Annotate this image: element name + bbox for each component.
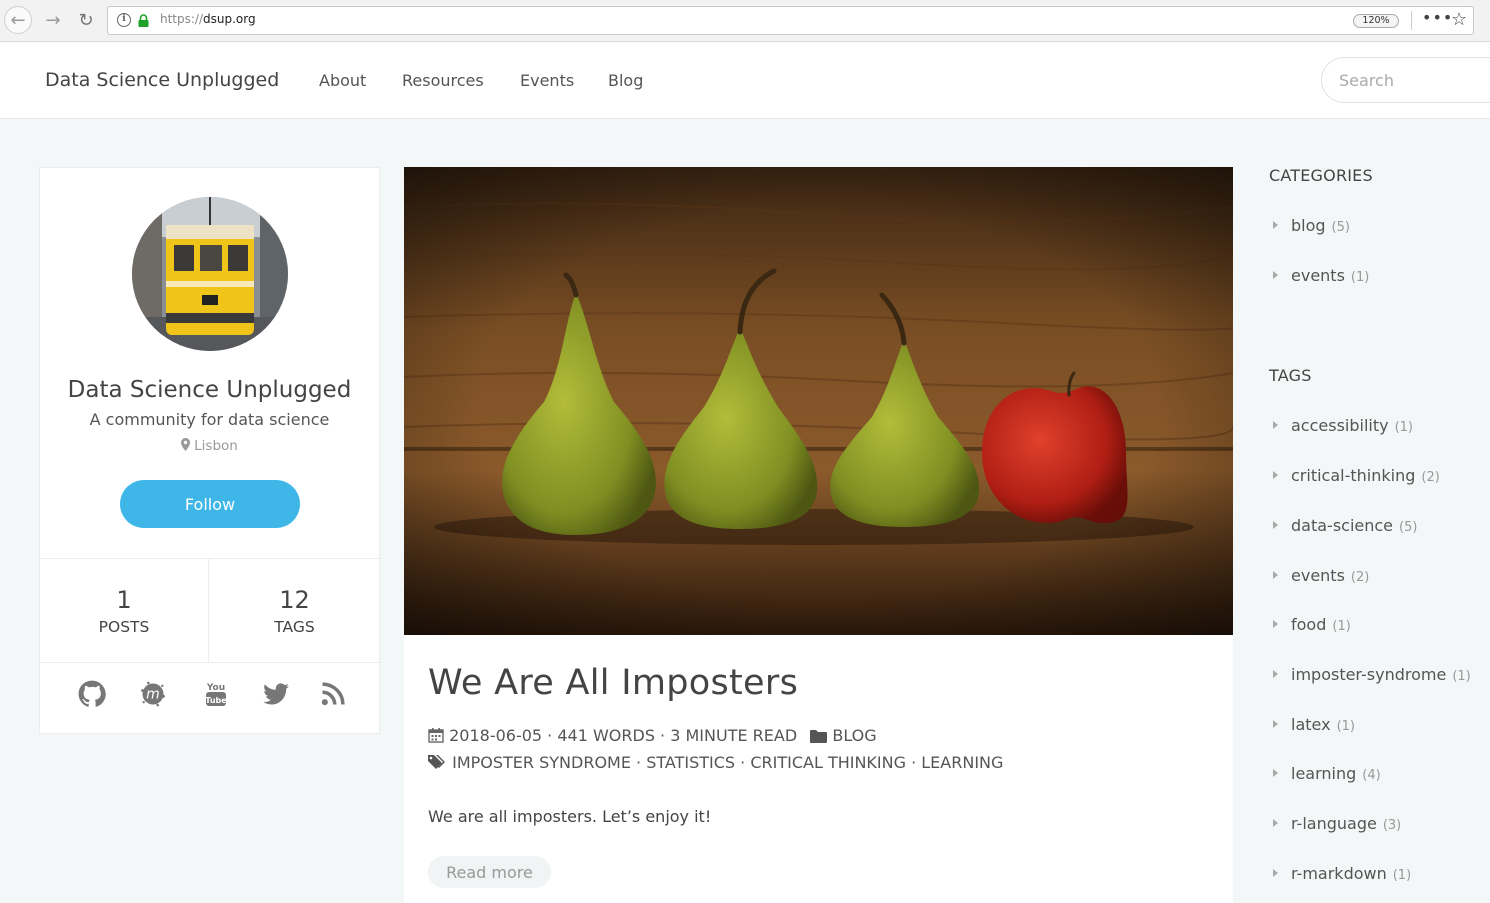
browser-toolbar: ← → ↻ i https://dsup.org 120% ••• ☆ (0, 0, 1490, 42)
posts-count: 1 (116, 586, 132, 614)
caret-right-icon (1273, 271, 1278, 279)
twitter-icon[interactable] (262, 680, 290, 708)
follow-button[interactable]: Follow (120, 480, 300, 528)
svg-text:You: You (206, 683, 225, 693)
site-header: Data Science Unplugged About Resources E… (0, 42, 1490, 119)
post-title[interactable]: We Are All Imposters (428, 663, 798, 703)
caret-right-icon (1273, 471, 1278, 479)
tag-item[interactable]: r-markdown (1) (1273, 864, 1411, 886)
address-bar[interactable]: i https://dsup.org 120% ••• ☆ (107, 6, 1474, 35)
profile-stats: 1 POSTS 12 TAGS (40, 558, 379, 663)
tags-label: TAGS (274, 618, 315, 636)
zoom-level[interactable]: 120% (1353, 14, 1399, 28)
map-marker-icon (181, 438, 191, 451)
page-actions-icon[interactable]: ••• (1422, 8, 1453, 27)
lock-icon (138, 14, 149, 27)
profile-name: Data Science Unplugged (67, 377, 352, 403)
tags-icon (428, 755, 445, 769)
reload-button[interactable]: ↻ (72, 6, 100, 34)
post-meta: 2018-06-05 · 441 WORDS · 3 MINUTE READ B… (428, 726, 877, 745)
rss-icon[interactable] (319, 680, 347, 708)
calendar-icon (428, 728, 444, 743)
svg-text:Tube: Tube (205, 696, 227, 705)
caret-right-icon (1273, 869, 1278, 877)
category-item[interactable]: blog (5) (1273, 216, 1350, 238)
back-button[interactable]: ← (4, 6, 32, 34)
nav-blog[interactable]: Blog (608, 71, 643, 90)
tag-item[interactable]: data-science (5) (1273, 516, 1417, 538)
nav-resources[interactable]: Resources (402, 71, 484, 90)
caret-right-icon (1273, 521, 1278, 529)
caret-right-icon (1273, 571, 1278, 579)
svg-text:m: m (146, 687, 160, 703)
categories-heading: CATEGORIES (1269, 166, 1373, 185)
caret-right-icon (1273, 670, 1278, 678)
tag-item[interactable]: latex (1) (1273, 715, 1355, 737)
avatar (132, 197, 288, 351)
location-text: Lisbon (194, 438, 238, 454)
search-input[interactable] (1339, 71, 1489, 90)
post-date-words: 2018-06-05 · 441 WORDS · 3 MINUTE READ (449, 726, 798, 745)
info-icon[interactable]: i (117, 13, 131, 27)
profile-subtitle: A community for data science (89, 410, 330, 429)
posts-label: POSTS (98, 618, 150, 636)
caret-right-icon (1273, 819, 1278, 827)
stat-posts[interactable]: 1 POSTS (40, 559, 209, 663)
caret-right-icon (1273, 421, 1278, 429)
post-tags: IMPOSTER SYNDROME · STATISTICS · CRITICA… (428, 753, 1003, 772)
post-category[interactable]: BLOG (832, 726, 876, 745)
tag-item[interactable]: accessibility (1) (1273, 416, 1413, 438)
tag-item[interactable]: learning (4) (1273, 764, 1381, 786)
nav-events[interactable]: Events (520, 71, 574, 90)
tags-heading: TAGS (1269, 366, 1312, 385)
post-card: We Are All Imposters 2018-06-05 · 441 WO… (404, 167, 1233, 903)
github-icon[interactable] (78, 680, 106, 708)
bookmark-star-icon[interactable]: ☆ (1451, 9, 1467, 30)
site-brand[interactable]: Data Science Unplugged (45, 69, 279, 91)
tags-count: 12 (279, 586, 310, 614)
caret-right-icon (1273, 720, 1278, 728)
category-item[interactable]: events (1) (1273, 266, 1369, 288)
divider (1411, 11, 1412, 30)
social-links: m You Tube (40, 663, 379, 734)
tag-item[interactable]: critical-thinking (2) (1273, 466, 1440, 488)
caret-right-icon (1273, 620, 1278, 628)
youtube-icon[interactable]: You Tube (202, 680, 230, 708)
folder-icon (810, 730, 828, 743)
caret-right-icon (1273, 769, 1278, 777)
tag-item[interactable]: food (1) (1273, 615, 1351, 637)
post-tags-text[interactable]: IMPOSTER SYNDROME · STATISTICS · CRITICA… (452, 753, 1003, 772)
tag-item[interactable]: events (2) (1273, 566, 1369, 588)
post-hero-image[interactable] (404, 167, 1233, 635)
nav-about[interactable]: About (319, 71, 366, 90)
reload-icon: ↻ (78, 9, 94, 31)
arrow-right-icon: → (45, 9, 61, 31)
search-box (1321, 57, 1490, 103)
tag-item[interactable]: r-language (3) (1273, 814, 1401, 836)
caret-right-icon (1273, 221, 1278, 229)
meetup-icon[interactable]: m (139, 680, 167, 708)
forward-button[interactable]: → (39, 6, 67, 34)
arrow-left-icon: ← (10, 9, 26, 31)
profile-card: Data Science Unplugged A community for d… (39, 167, 380, 734)
read-more-button[interactable]: Read more (428, 856, 551, 888)
stat-tags[interactable]: 12 TAGS (210, 559, 379, 663)
profile-location: Lisbon (40, 438, 379, 454)
post-excerpt: We are all imposters. Let’s enjoy it! (428, 807, 712, 826)
url-text: https://dsup.org (160, 12, 256, 26)
tag-item[interactable]: imposter-syndrome (1) (1273, 665, 1471, 687)
